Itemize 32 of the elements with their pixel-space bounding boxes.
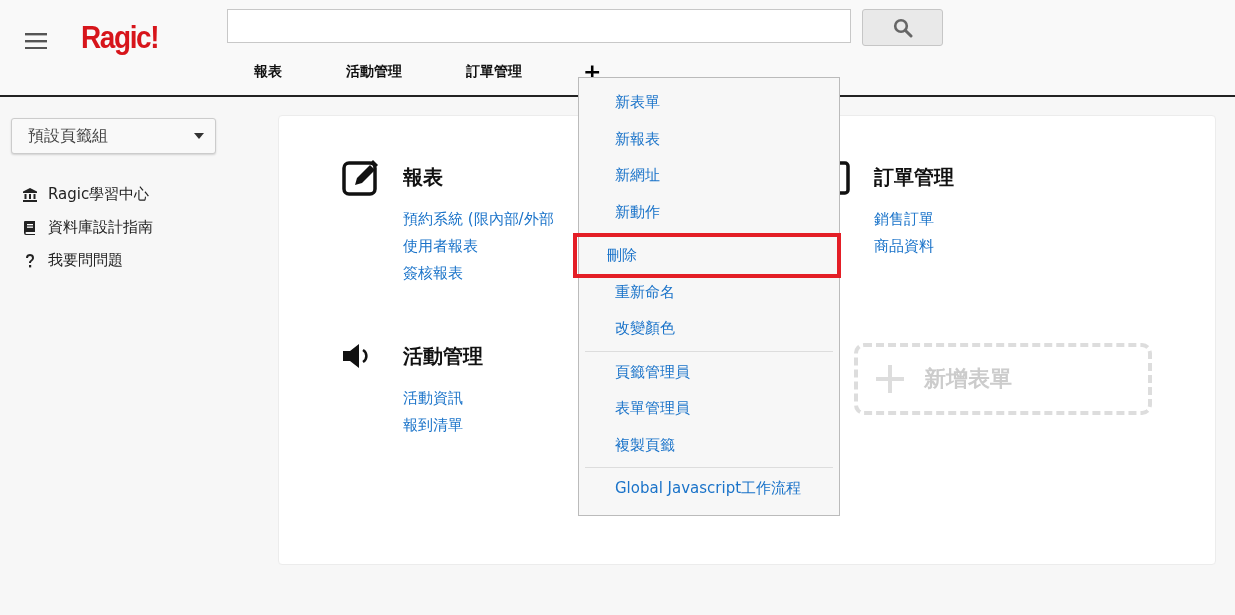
section-title: 活動管理 bbox=[403, 342, 483, 370]
search-button[interactable] bbox=[862, 9, 943, 46]
menu-item[interactable]: 新報表 bbox=[579, 120, 839, 157]
menu-item[interactable]: 重新命名 bbox=[585, 273, 833, 310]
menu-item[interactable]: 頁籤管理員 bbox=[585, 353, 833, 390]
menu-item[interactable]: 新動作 bbox=[579, 193, 839, 230]
tab[interactable]: 活動管理 bbox=[346, 63, 402, 81]
tab-group-dropdown[interactable]: 預設頁籤組 bbox=[11, 118, 216, 154]
menu-item[interactable]: 改變顏色 bbox=[585, 310, 833, 347]
section-title: 訂單管理 bbox=[874, 163, 954, 191]
menu-item[interactable]: 新表單 bbox=[579, 84, 839, 121]
sidebar-link[interactable]: 資料庫設計指南 bbox=[48, 218, 153, 237]
menu-icon[interactable] bbox=[25, 33, 47, 49]
edit-icon bbox=[341, 157, 381, 197]
search-icon bbox=[892, 17, 913, 38]
bank-icon bbox=[22, 186, 38, 203]
book-icon bbox=[22, 219, 38, 236]
menu-item[interactable]: 表單管理員 bbox=[585, 390, 833, 427]
search-field[interactable] bbox=[227, 9, 851, 43]
menu-item[interactable]: Global Javascript工作流程 bbox=[585, 470, 833, 507]
sidebar-link[interactable]: Ragic學習中心 bbox=[48, 185, 150, 204]
logo[interactable]: Ragic! bbox=[81, 20, 213, 56]
menu-item[interactable]: 新網址 bbox=[579, 157, 839, 194]
caret-icon bbox=[194, 133, 204, 139]
form-link[interactable]: 銷售訂單 bbox=[874, 210, 1126, 229]
plus-icon bbox=[876, 365, 904, 393]
form-link[interactable]: 商品資料 bbox=[874, 237, 1126, 256]
tab[interactable]: 訂單管理 bbox=[466, 63, 522, 81]
tab[interactable]: 報表 bbox=[254, 63, 282, 81]
menu-item[interactable]: 複製頁籤 bbox=[585, 426, 833, 463]
section-title: 報表 bbox=[403, 163, 443, 191]
sidebar-link[interactable]: 我要問問題 bbox=[48, 251, 123, 270]
